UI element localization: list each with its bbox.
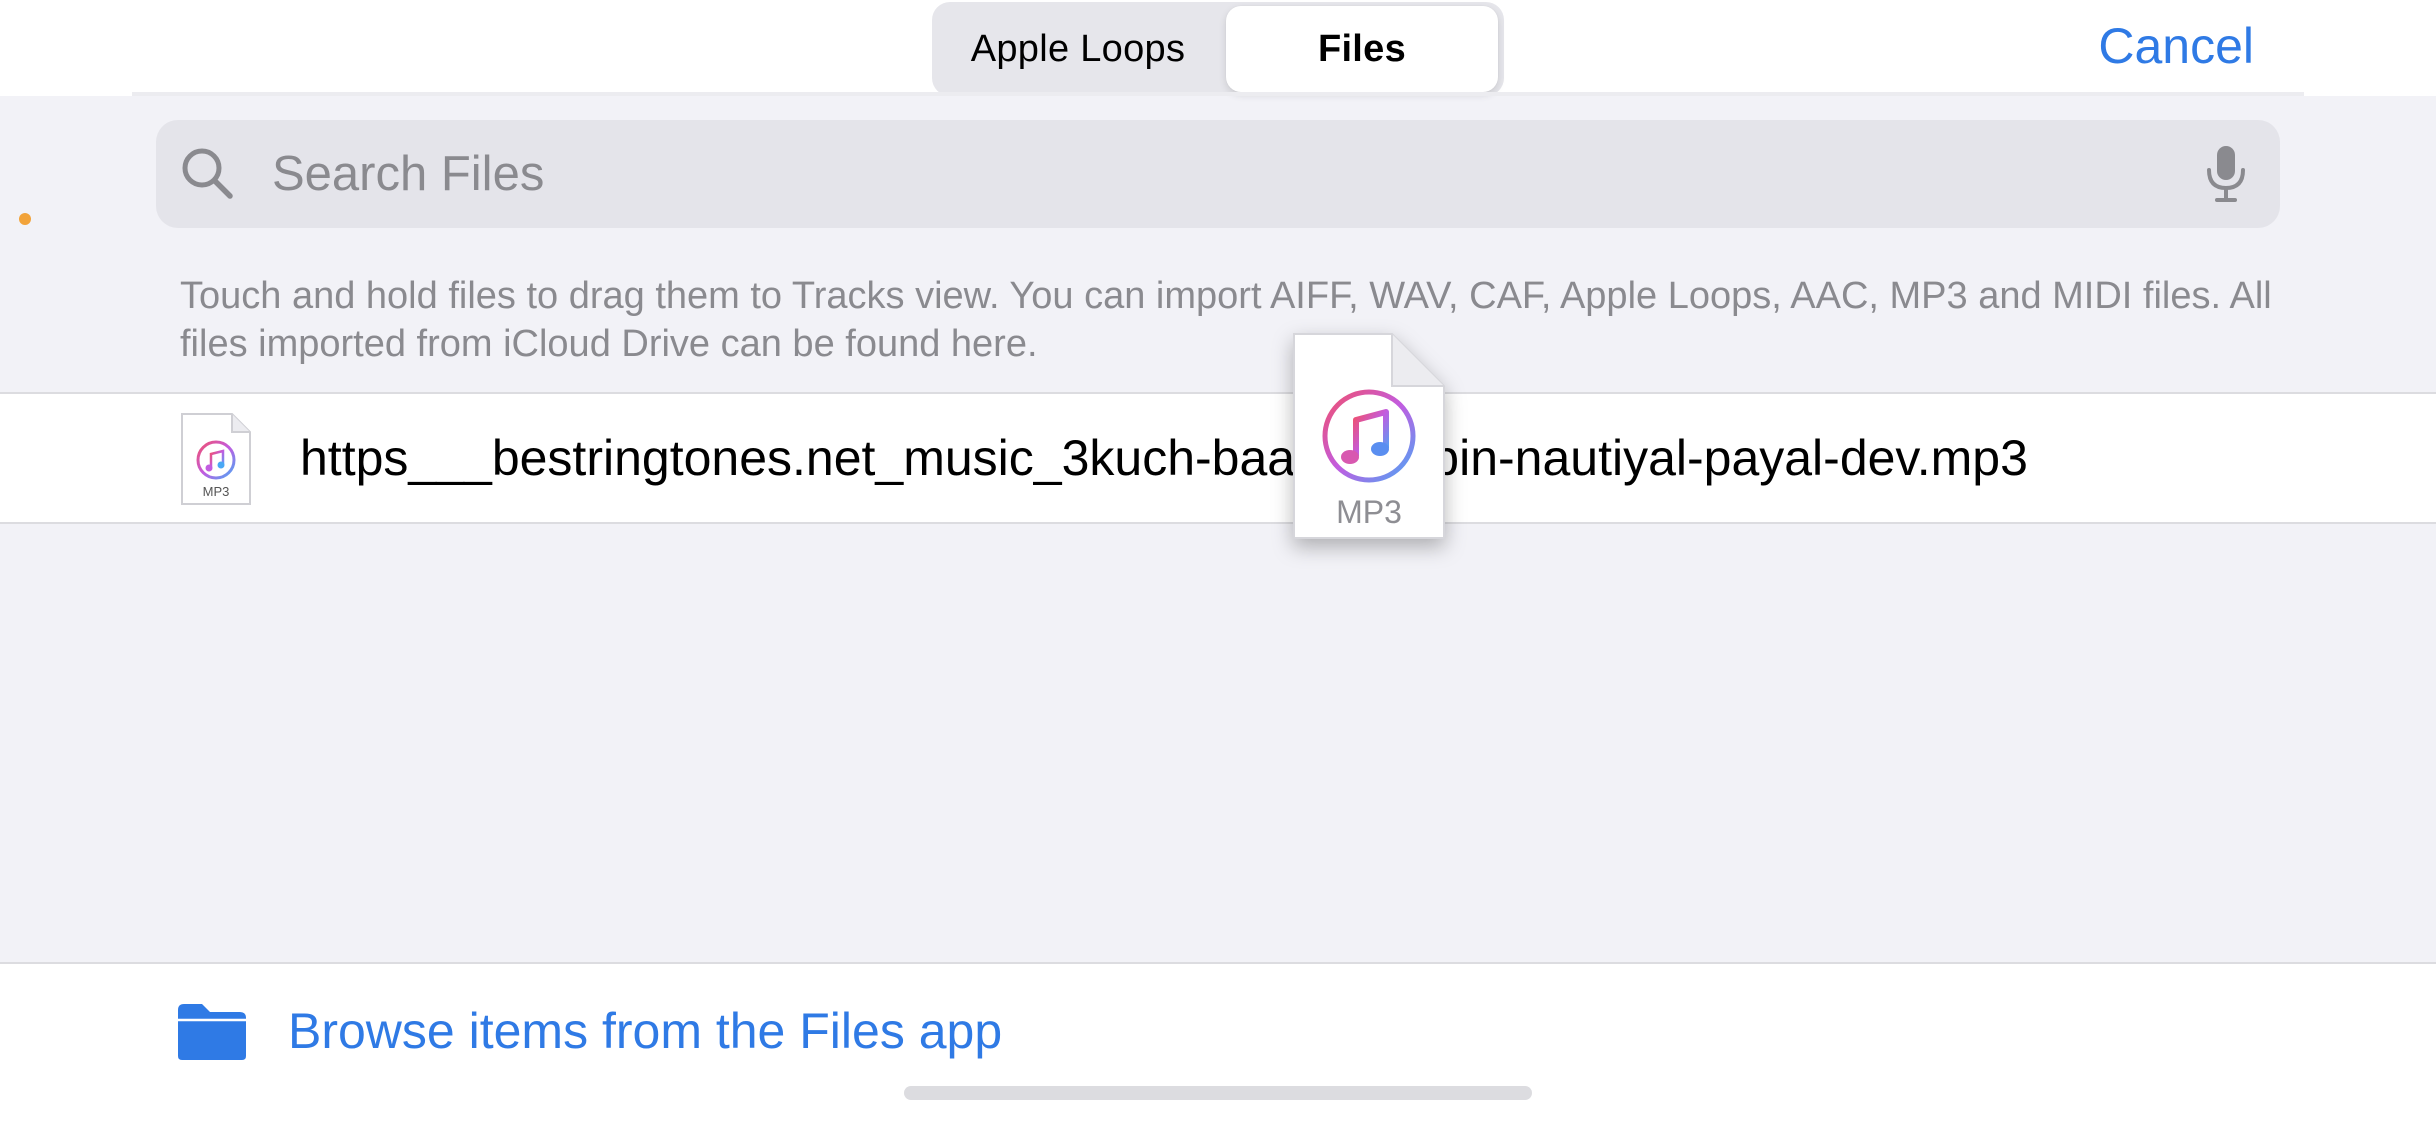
status-indicator-dot xyxy=(19,213,31,225)
source-segmented-control: Apple Loops Files xyxy=(932,2,1504,96)
drag-preview-type-label: MP3 xyxy=(1336,494,1402,530)
mp3-file-icon: MP3 xyxy=(181,413,251,505)
mp3-file-icon-label: MP3 xyxy=(203,484,230,499)
import-hint-text: Touch and hold files to drag them to Tra… xyxy=(180,275,2272,365)
file-name: https___bestringtones.net_music_3kuch-ba… xyxy=(300,430,2028,486)
bottom-bar: Browse items from the Files app xyxy=(0,962,2436,1125)
file-list-row[interactable]: MP3 https___bestringtones.net_music_3kuc… xyxy=(0,392,2436,524)
microphone-icon[interactable] xyxy=(2198,144,2254,204)
header-divider xyxy=(132,92,2304,96)
home-indicator[interactable] xyxy=(904,1086,1532,1100)
folder-icon xyxy=(178,1004,246,1060)
dragged-file-preview[interactable]: MP3 xyxy=(1290,330,1448,542)
search-bar[interactable]: Search Files xyxy=(156,120,2280,228)
browse-files-app-link[interactable]: Browse items from the Files app xyxy=(288,994,1002,1068)
search-icon xyxy=(182,148,233,199)
top-bar: Apple Loops Files Cancel xyxy=(0,0,2436,96)
cancel-button[interactable]: Cancel xyxy=(2098,14,2254,78)
segment-files[interactable]: Files xyxy=(1226,6,1498,92)
segment-apple-loops[interactable]: Apple Loops xyxy=(938,6,1218,92)
search-input[interactable]: Search Files xyxy=(272,120,544,228)
